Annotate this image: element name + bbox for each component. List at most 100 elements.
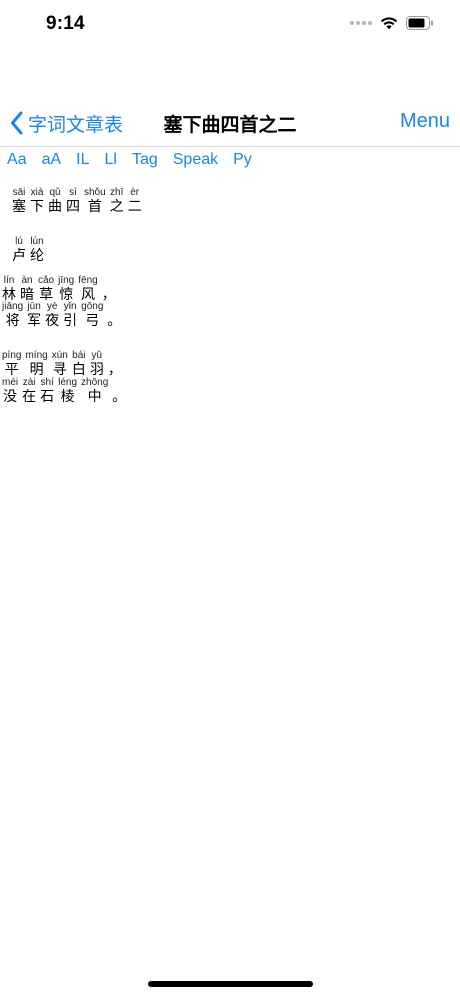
back-button-label: 字词文章表: [28, 113, 124, 136]
pinyin-label: gōng: [81, 301, 104, 312]
pinyin-label: èr: [130, 187, 140, 198]
toolbar-aA-button[interactable]: aA: [42, 151, 62, 169]
status-indicators: [350, 16, 434, 30]
pinyin-label: bái: [72, 350, 86, 361]
pinyin-character-unit[interactable]: ，: [108, 350, 122, 379]
poem-title-line: sāi 塞 xià 下 qǔ 曲 sì 四 shǒu 首 zhī 之 èr 二: [12, 187, 146, 216]
hanzi-character: 弓: [85, 313, 100, 329]
pinyin-character-unit[interactable]: jīng 惊: [58, 275, 74, 304]
pinyin-character-unit[interactable]: léng 棱: [58, 377, 77, 406]
pinyin-character-unit[interactable]: cǎo 草: [38, 275, 54, 304]
pinyin-character-unit[interactable]: zài 在: [22, 377, 36, 406]
pinyin-character-unit[interactable]: lún 纶: [30, 236, 44, 265]
hanzi-character: 引: [63, 313, 78, 329]
pinyin-character-unit[interactable]: 。: [112, 377, 126, 406]
pinyin-character-unit[interactable]: fēng 风: [78, 275, 97, 304]
pinyin-character-unit[interactable]: qǔ 曲: [48, 187, 62, 216]
pinyin-character-unit[interactable]: míng 明: [25, 350, 47, 379]
pinyin-character-unit[interactable]: yǐn 引: [63, 301, 77, 330]
pinyin-character-unit[interactable]: ，: [102, 275, 116, 304]
poem-line-2: jiāng 将 jūn 军 yè 夜 yǐn 引 gōng 弓。: [2, 301, 125, 330]
pinyin-character-unit[interactable]: xià 下: [30, 187, 44, 216]
pinyin-character-unit[interactable]: xún 寻: [52, 350, 68, 379]
pinyin-label: fēng: [78, 275, 98, 286]
pinyin-character-unit[interactable]: lú 卢: [12, 236, 26, 265]
menu-button[interactable]: Menu: [400, 110, 450, 133]
hanzi-character: 四: [66, 199, 80, 215]
pinyin-character-unit[interactable]: píng 平: [2, 350, 21, 379]
poem-line-4: méi 没 zài 在 shí 石 léng 棱 zhōng 中。: [2, 377, 130, 406]
hanzi-character: 二: [127, 199, 142, 215]
pinyin-label: àn: [21, 275, 33, 286]
hanzi-character: 卢: [12, 248, 26, 264]
hanzi-character: 。: [107, 313, 122, 329]
wifi-icon: [380, 17, 398, 30]
pinyin-character-unit[interactable]: 。: [107, 301, 121, 330]
pinyin-label: lún: [30, 236, 44, 247]
hanzi-character: 首: [87, 199, 102, 215]
pinyin-label: jiāng: [2, 301, 24, 312]
navigation-bar: 字词文章表 塞下曲四首之二 Menu: [0, 100, 460, 147]
pinyin-label: zhōng: [81, 377, 109, 388]
pinyin-label: zhī: [110, 187, 124, 198]
pinyin-label: yǔ: [91, 350, 103, 361]
hanzi-character: 之: [109, 199, 124, 215]
poem-line-1: lín 林 àn 暗 cǎo 草 jīng 惊 fēng 风 ，: [2, 275, 120, 304]
home-indicator: [148, 981, 313, 987]
pinyin-character-unit[interactable]: gōng 弓: [81, 301, 103, 330]
pinyin-character-unit[interactable]: jiāng 将: [2, 301, 23, 330]
pinyin-character-unit[interactable]: zhōng 中: [81, 377, 108, 406]
pinyin-label: méi: [2, 377, 19, 388]
status-bar: 9:14: [0, 0, 460, 50]
toolbar-tag-button[interactable]: Tag: [132, 151, 158, 169]
pinyin-character-unit[interactable]: sì 四: [66, 187, 80, 216]
toolbar-py-button[interactable]: Py: [233, 151, 252, 169]
hanzi-character: 棱: [60, 389, 75, 405]
hanzi-character: 军: [27, 313, 42, 329]
hanzi-character: 在: [22, 389, 37, 405]
pinyin-label: léng: [58, 377, 78, 388]
pinyin-label: xún: [51, 350, 68, 361]
toolbar: Aa aA IL Ll Tag Speak Py: [7, 151, 267, 169]
page-title-text: 塞下曲四首之二: [163, 114, 297, 136]
hanzi-character: 没: [3, 389, 18, 405]
status-time: 9:14: [46, 13, 85, 34]
toolbar-ll-button[interactable]: Ll: [105, 151, 117, 169]
hanzi-character: 。: [112, 389, 127, 405]
cellular-signal-icon: [350, 21, 372, 25]
pinyin-label: cǎo: [38, 275, 55, 286]
hanzi-character: 纶: [30, 248, 44, 264]
pinyin-character-unit[interactable]: méi 没: [2, 377, 18, 406]
pinyin-character-unit[interactable]: èr 二: [128, 187, 142, 216]
pinyin-label: xià: [30, 187, 44, 198]
pinyin-label: sāi: [12, 187, 26, 198]
pinyin-character-unit[interactable]: zhī 之: [110, 187, 124, 216]
pinyin-label: jīng: [58, 275, 75, 286]
toolbar-aa-button[interactable]: Aa: [7, 151, 27, 169]
pinyin-character-unit[interactable]: jūn 军: [27, 301, 41, 330]
pinyin-character-unit[interactable]: lín 林: [2, 275, 16, 304]
toolbar-speak-button[interactable]: Speak: [173, 151, 218, 169]
hanzi-character: 将: [5, 313, 20, 329]
pinyin-character-unit[interactable]: shǒu 首: [84, 187, 106, 216]
toolbar-il-button[interactable]: IL: [76, 151, 89, 169]
pinyin-character-unit[interactable]: yè 夜: [45, 301, 59, 330]
pinyin-label: zài: [22, 377, 36, 388]
pinyin-label: jūn: [27, 301, 41, 312]
pinyin-label: píng: [2, 350, 22, 361]
pinyin-label: qǔ: [49, 187, 61, 198]
pinyin-character-unit[interactable]: bái 白: [72, 350, 86, 379]
pinyin-character-unit[interactable]: shí 石: [40, 377, 54, 406]
poem-line-3: píng 平 míng 明 xún 寻 bái 白 yǔ 羽 ，: [2, 350, 126, 379]
back-button[interactable]: 字词文章表: [10, 108, 123, 138]
poem-author-line: lú 卢 lún 纶: [12, 236, 48, 265]
hanzi-character: 曲: [48, 199, 62, 215]
pinyin-label: yǐn: [63, 301, 77, 312]
pinyin-character-unit[interactable]: sāi 塞: [12, 187, 26, 216]
pinyin-character-unit[interactable]: àn 暗: [20, 275, 34, 304]
pinyin-character-unit[interactable]: yǔ 羽: [90, 350, 104, 379]
pinyin-label: sì: [69, 187, 77, 198]
hanzi-character: 夜: [45, 313, 60, 329]
pinyin-label: yè: [46, 301, 58, 312]
hanzi-character: 下: [30, 199, 44, 215]
